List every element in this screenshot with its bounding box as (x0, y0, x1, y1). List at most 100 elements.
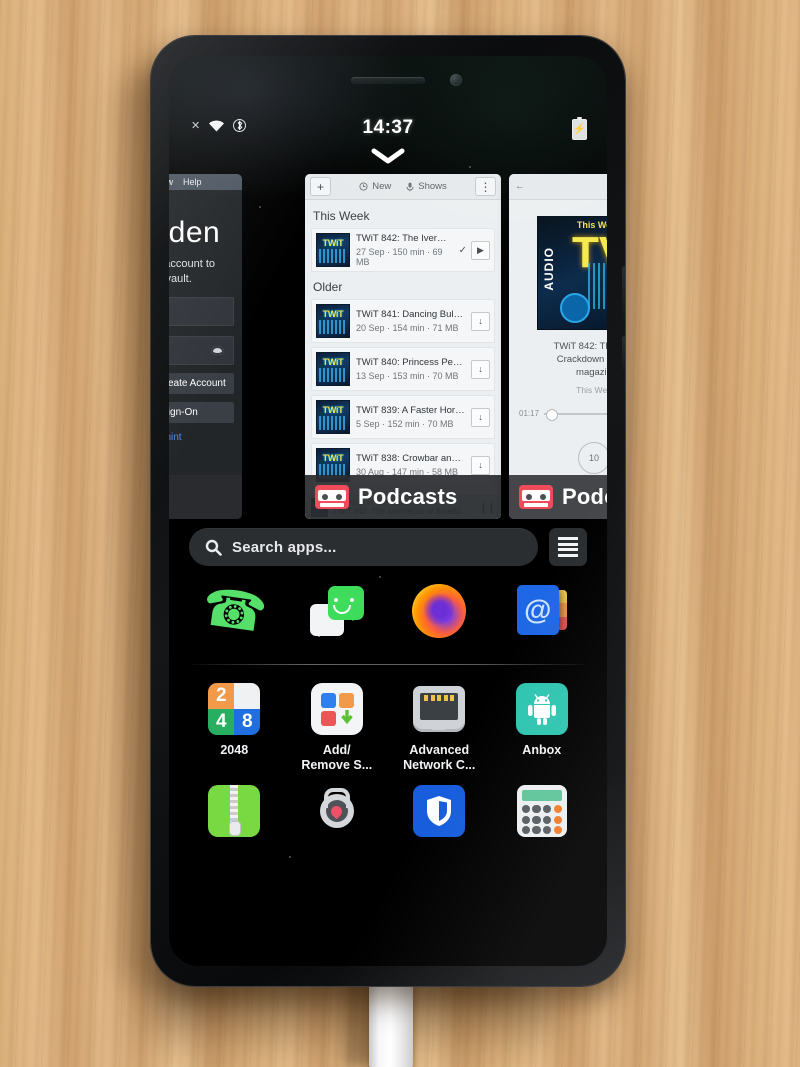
phone-screen[interactable]: ✕ 14:37 ⚡ w Help den ccount to ault. eat… (169, 56, 607, 966)
play-icon[interactable]: ▶ (471, 240, 490, 260)
player-episode-line-1: TWiT 842: The Iver (553, 341, 607, 352)
episode-row[interactable]: TWiT TWiT 841: Dancing Bullwinkle ... 20… (311, 299, 495, 343)
task-card-podcasts-list[interactable]: + New Shows ⋮ This Week TWiT TWiT 842: T… (305, 174, 501, 519)
artwork-vertical-text: AUDIO (542, 247, 556, 291)
app-archive-manager[interactable] (183, 783, 286, 845)
tab-new-label: New (372, 181, 392, 192)
status-bar: ✕ 14:37 ⚡ (169, 114, 607, 150)
player-artwork: This We AUDIO TV Leo L (537, 216, 607, 330)
task-card-podcasts-player[interactable]: ← Now This We AUDIO TV Leo L (509, 174, 607, 519)
menu-window[interactable]: Window (169, 177, 173, 187)
app-icon (514, 681, 570, 737)
episode-meta: TWiT 841: Dancing Bullwinkle ... 20 Sep … (356, 309, 465, 333)
chat-bubbles-icon (309, 586, 364, 637)
at-sign-card-icon: @ (516, 585, 567, 637)
search-input[interactable]: Search apps... (189, 528, 538, 566)
app-phone[interactable]: ☎ (198, 578, 270, 644)
player-show-name: This Wee (576, 385, 607, 395)
episode-row[interactable]: TWiT TWiT 840: Princess Peach 3-F... 13 … (311, 347, 495, 391)
episode-artwork: TWiT (316, 352, 350, 386)
download-icon[interactable]: ↓ (471, 407, 490, 427)
app-firefox[interactable] (408, 580, 470, 642)
app-calculator[interactable] (491, 783, 594, 845)
search-placeholder: Search apps... (232, 538, 337, 556)
hamburger-menu-icon[interactable] (549, 528, 587, 566)
download-icon[interactable]: ↓ (471, 359, 490, 379)
artwork-logo-circle (560, 293, 590, 323)
bitwarden-subtitle-1: new account to (169, 258, 215, 270)
add-podcast-button[interactable]: + (310, 177, 331, 196)
chevron-down-icon[interactable] (371, 148, 405, 164)
task-switcher[interactable]: Window Help arden new account to cure va… (169, 174, 607, 524)
tab-new[interactable]: New (359, 181, 391, 192)
app-password-lock[interactable] (286, 783, 389, 845)
2048-tile-icon: 2 4 8 (208, 683, 261, 735)
card-title-podcasts-player: Podc (562, 484, 607, 509)
tab-shows[interactable]: Shows (406, 181, 447, 192)
android-robot-icon (515, 683, 568, 735)
tile-4: 4 (208, 709, 235, 735)
search-row: Search apps... (169, 528, 607, 566)
app-add-remove-software[interactable]: Add/ Remove S... (286, 681, 389, 773)
episode-details: 13 Sep · 153 min · 70 MB (356, 371, 459, 381)
download-icon[interactable]: ↓ (471, 311, 490, 331)
player-progress-knob[interactable] (546, 408, 559, 421)
episode-details: 27 Sep · 150 min · 69 MB (356, 247, 443, 267)
create-account-button[interactable]: ↗ Create Account (169, 373, 234, 394)
episode-row[interactable]: TWiT TWiT 842: The Ivermectin ... 27 Sep… (311, 228, 495, 272)
episode-actions: ↓ (471, 359, 490, 379)
bitwarden-menubar[interactable]: Window Help (169, 174, 242, 190)
bitwarden-password-field[interactable] (169, 336, 234, 365)
bitwarden-title: arden (169, 216, 221, 249)
player-progress-track[interactable] (544, 408, 607, 421)
task-card-bitwarden[interactable]: Window Help arden new account to cure va… (169, 174, 242, 519)
episode-meta: TWiT 838: Crowbar and a Foo... 30 Aug · … (356, 453, 465, 477)
notch-area (169, 56, 607, 114)
podcasts-tabs: New Shows (359, 181, 447, 192)
card-label-bitwarden: den (169, 475, 242, 519)
download-icon[interactable]: ↓ (471, 455, 490, 475)
app-icon (411, 783, 467, 839)
volume-button[interactable] (622, 266, 625, 324)
three-dots-icon[interactable]: ⋮ (475, 177, 496, 196)
episode-details: 5 Sep · 152 min · 70 MB (356, 419, 454, 429)
ethernet-port-icon (413, 686, 466, 732)
tile-empty (234, 683, 261, 709)
power-button[interactable] (622, 336, 625, 376)
app-contacts[interactable]: @ (511, 580, 573, 642)
app-2048[interactable]: 2 4 8 2048 (183, 681, 286, 773)
add-remove-software-icon (310, 683, 363, 735)
section-divider (191, 664, 585, 665)
cassette-tape-icon (315, 485, 349, 509)
episode-title: TWiT 839: A Faster Horse - A... (356, 405, 465, 416)
player-elapsed-time: 01:17 (519, 409, 540, 418)
episode-title: TWiT 842: The Ivermectin ... (356, 233, 453, 244)
app-label: Add/ Remove S... (301, 743, 373, 772)
calculator-icon (516, 785, 567, 837)
app-messages[interactable] (306, 580, 368, 642)
episode-artwork: TWiT (316, 400, 350, 434)
single-sign-on-button[interactable]: gle Sign-On (169, 402, 234, 423)
app-advanced-network-config[interactable]: Advanced Network C... (388, 681, 491, 773)
skip-forward-10-icon[interactable]: 10 (578, 442, 607, 474)
player-toolbar: ← Now (509, 174, 607, 200)
menu-help[interactable]: Help (183, 177, 202, 187)
padlock-icon (311, 785, 363, 837)
firefox-icon (412, 584, 467, 638)
back-arrow-icon[interactable]: ← (515, 181, 525, 192)
single-sign-on-label: gle Sign-On (169, 407, 198, 418)
bitwarden-shield-icon (413, 785, 466, 837)
player-seek-bar[interactable]: 01:17 (517, 395, 607, 421)
episode-row[interactable]: TWiT TWiT 839: A Faster Horse - A... 5 S… (311, 395, 495, 439)
clock-icon (359, 182, 368, 191)
tile-2: 2 (208, 683, 235, 709)
bitwarden-email-field[interactable] (169, 297, 234, 326)
app-icon (206, 783, 262, 839)
phone-device: ✕ 14:37 ⚡ w Help den ccount to ault. eat… (151, 36, 625, 986)
episode-list[interactable]: This Week TWiT TWiT 842: The Ivermectin … (305, 200, 501, 487)
app-bitwarden[interactable] (388, 783, 491, 845)
app-anbox[interactable]: Anbox (491, 681, 594, 773)
app-icon: 2 4 8 (206, 681, 262, 737)
password-hint-link[interactable]: word hint (169, 432, 242, 443)
card-title-podcasts: Podcasts (358, 484, 458, 509)
